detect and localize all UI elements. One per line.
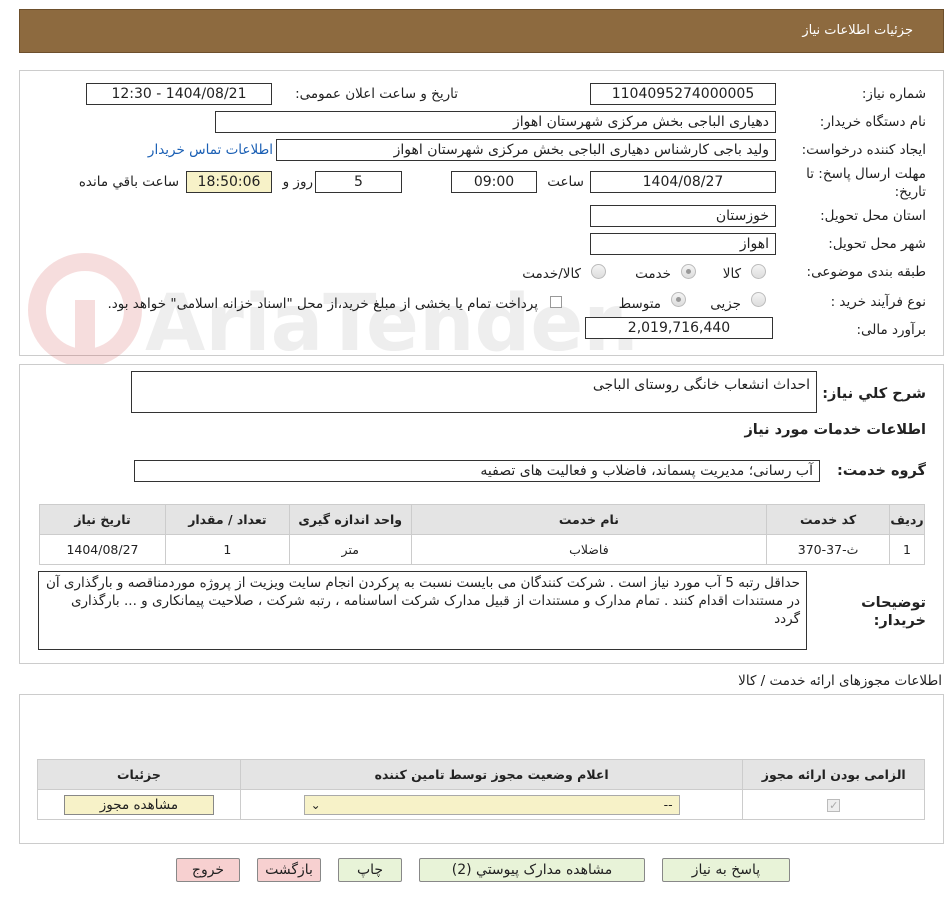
budget-field: 2,019,716,440 [585,317,773,339]
category-label: طبقه بندی موضوعی: [806,264,926,280]
print-button[interactable]: چاپ [338,858,402,882]
cell-name: فاضلاب [410,534,768,565]
reply-button[interactable]: پاسخ به نیاز [662,858,790,882]
process-option-medium: متوسط [618,296,661,312]
cell-code: ث-37-370 [766,534,891,565]
col-row: ردیف [889,504,925,535]
buyer-contact-link[interactable]: اطلاعات تماس خریدار [148,142,273,158]
days-field: 5 [315,171,402,193]
exit-button[interactable]: خروج [176,858,240,882]
services-table: ردیف کد خدمت نام خدمت واحد اندازه گیری ت… [39,504,925,565]
table-row: 1 ث-37-370 فاضلاب متر 1 1404/08/27 [39,534,925,565]
permit-required-checkbox: ✓ [827,799,841,812]
process-label: نوع فرآیند خرید : [830,294,926,310]
process-radio-minor[interactable] [751,292,766,307]
province-label: استان محل تحویل: [820,208,926,224]
city-field: اهواز [590,233,776,255]
need-number-label: شماره نیاز: [861,86,926,102]
need-number-field: 1104095274000005 [590,83,776,105]
category-radio-service[interactable] [681,264,696,279]
process-radio-medium[interactable] [671,292,686,307]
buyer-notes-label: توضیحات خریدار: [861,595,926,629]
permit-status-value: -- [663,796,673,812]
deadline-label: مهلت ارسال پاسخ: تا تاریخ: [806,166,926,200]
permit-status-select[interactable]: -- ⌄ [303,794,680,815]
col-name: نام خدمت [410,504,768,535]
back-button[interactable]: بازگشت [257,858,321,882]
cell-row: 1 [889,534,925,565]
buyer-org-label: نام دستگاه خریدار: [819,114,926,130]
announce-datetime-field: 1404/08/21 - 12:30 [86,83,272,105]
col-permit-status: اعلام وضعیت مجوز توسط تامین کننده [239,759,744,790]
payment-note: پرداخت تمام یا بخشی از مبلغ خرید،از محل … [107,296,538,312]
requester-label: ایجاد کننده درخواست: [801,142,926,158]
process-option-minor: جزیی [710,296,741,312]
deadline-time-field: 09:00 [451,171,537,193]
budget-label: برآورد مالی: [856,322,926,338]
chevron-down-icon: ⌄ [310,797,321,812]
category-radio-goods-service[interactable] [591,264,606,279]
remaining-time-field: 18:50:06 [186,171,272,193]
category-radio-goods[interactable] [751,264,766,279]
city-label: شهر محل تحویل: [828,236,926,252]
permits-title: اطلاعات مجوزهای ارائه خدمت / کالا [738,673,942,689]
permit-required-cell: ✓ [742,789,925,820]
col-unit: واحد اندازه گیری [288,504,412,535]
announce-label: تاریخ و ساعت اعلان عمومی: [295,86,458,102]
services-title: اطلاعات خدمات مورد نیاز [744,422,926,438]
table-row: ✓ -- ⌄ مشاهده مجوز [37,789,925,820]
col-qty: تعداد / مقدار [164,504,290,535]
cell-unit: متر [288,534,412,565]
view-permit-button[interactable]: مشاهده مجوز [63,794,214,815]
remaining-label: ساعت باقي مانده [78,174,179,190]
deadline-date-field: 1404/08/27 [590,171,776,193]
col-code: کد خدمت [766,504,891,535]
province-field: خوزستان [590,205,776,227]
cell-qty: 1 [164,534,290,565]
service-group-field: آب رسانی؛ مدیریت پسماند، فاضلاب و فعالیت… [134,460,820,482]
watermark-text: AriaTender.net [145,279,640,369]
service-group-label: گروه خدمت: [836,463,926,479]
view-attachments-button[interactable]: مشاهده مدارک پیوستي (2) [419,858,645,882]
category-option-service: خدمت [635,266,671,282]
buyer-notes-field: حداقل رتبه 5 آب مورد نیاز است . شرکت کنن… [38,571,807,650]
permit-details-cell: مشاهده مجوز [37,789,241,820]
requester-field: ولید باجی کارشناس دهیاری الباجی بخش مرکز… [276,139,776,161]
days-label: روز و [282,174,313,190]
description-label: شرح کلي نیاز: [822,386,926,402]
category-option-goods: کالا [722,266,741,282]
payment-checkbox[interactable] [550,296,562,308]
buyer-org-field: دهیاری الباجی بخش مرکزی شهرستان اهواز [215,111,776,133]
page-header: جزئیات اطلاعات نیاز [19,9,944,53]
category-option-goods-service: کالا/خدمت [522,266,581,282]
description-field: احداث انشعاب خانگی روستای الباجی [131,371,817,413]
col-permit-details: جزئیات [37,759,241,790]
deadline-time-label: ساعت [547,174,584,190]
cell-date: 1404/08/27 [39,534,166,565]
permit-status-cell: -- ⌄ [239,789,744,820]
permits-table: الزامی بودن ارائه مجوز اعلام وضعیت مجوز … [37,759,925,820]
page-title: جزئیات اطلاعات نیاز [802,23,913,38]
col-permit-required: الزامی بودن ارائه مجوز [742,759,925,790]
col-date: تاریخ نیاز [39,504,166,535]
